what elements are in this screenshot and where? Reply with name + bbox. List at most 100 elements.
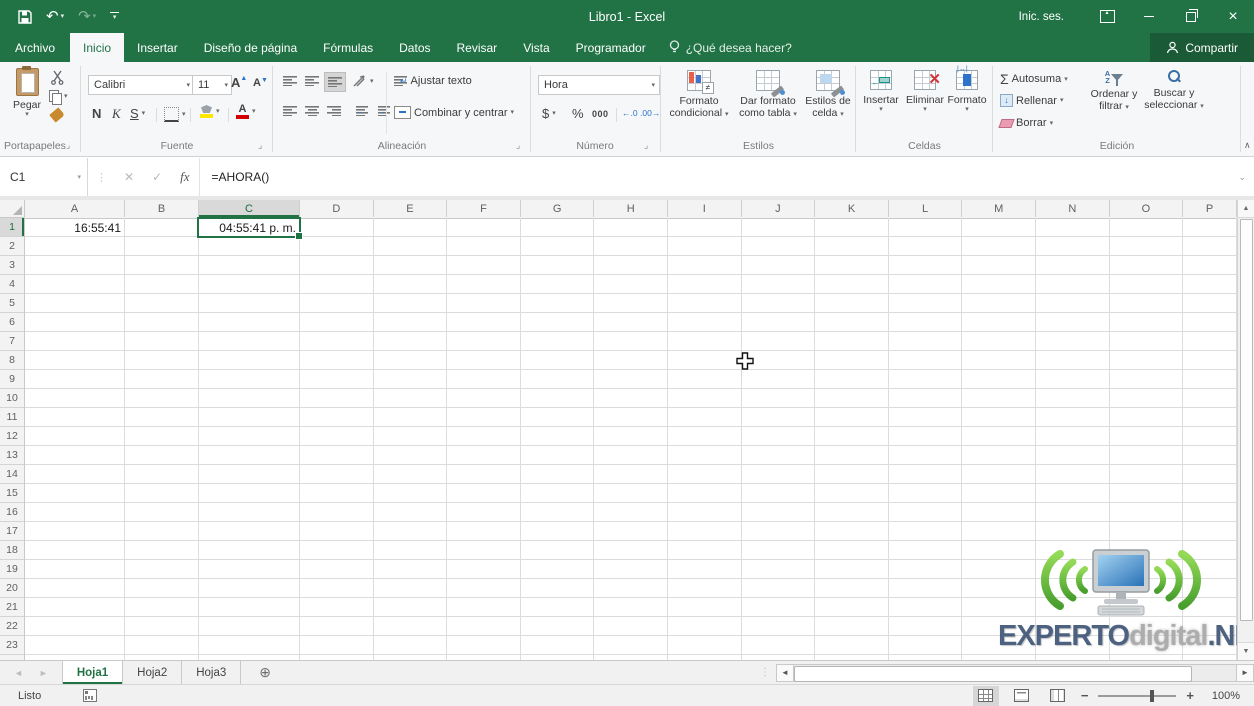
tab-scrollbar-splitter[interactable]: ⋮	[760, 661, 776, 684]
cell-styles-button[interactable]: Estilos de celda ▾	[802, 70, 854, 119]
sign-in-button[interactable]: Inic. ses.	[997, 11, 1086, 23]
increase-indent-button[interactable]: →	[372, 102, 392, 120]
alignment-dialog-launcher[interactable]: ⌟	[516, 140, 520, 151]
zoom-slider-thumb[interactable]	[1150, 690, 1154, 702]
find-select-button[interactable]: Buscar y seleccionar ▾	[1142, 70, 1206, 111]
row-header-5[interactable]: 5	[0, 294, 24, 313]
column-header-e[interactable]: E	[374, 200, 448, 217]
collapse-ribbon-button[interactable]: ∧	[1244, 140, 1251, 151]
row-header-11[interactable]: 11	[0, 408, 24, 427]
column-header-i[interactable]: I	[668, 200, 742, 217]
italic-button[interactable]: K	[112, 106, 121, 122]
customize-qat-button[interactable]: ▾	[110, 12, 119, 21]
ribbon-tab-programador[interactable]: Programador	[563, 33, 659, 62]
horizontal-scroll-thumb[interactable]	[794, 666, 1192, 682]
column-header-p[interactable]: P	[1183, 200, 1237, 217]
ribbon-tab-vista[interactable]: Vista	[510, 33, 562, 62]
decrease-decimal-button[interactable]: .00→	[640, 108, 660, 118]
ribbon-tab-datos[interactable]: Datos	[386, 33, 443, 62]
insert-function-button[interactable]: fx	[171, 169, 198, 185]
scroll-up-icon[interactable]: ▲	[1238, 200, 1254, 218]
increase-font-button[interactable]: A▲	[231, 75, 247, 90]
fill-color-button[interactable]: ▾	[200, 105, 220, 118]
accounting-format-button[interactable]: $▾	[542, 106, 556, 121]
save-icon[interactable]	[18, 10, 32, 24]
row-header-8[interactable]: 8	[0, 351, 24, 370]
fill-button[interactable]: ↓ Rellenar▾	[1000, 94, 1063, 107]
font-name-select[interactable]: Calibri▾	[88, 75, 195, 95]
share-button[interactable]: Compartir	[1150, 33, 1254, 62]
row-header-20[interactable]: 20	[0, 579, 24, 598]
align-bottom-button[interactable]	[324, 72, 346, 92]
font-size-select[interactable]: 11▾	[192, 75, 232, 95]
row-header-13[interactable]: 13	[0, 446, 24, 465]
sheet-tab-hoja1[interactable]: Hoja1	[62, 661, 123, 684]
scroll-right-icon[interactable]: ►	[1236, 664, 1254, 682]
row-header-1[interactable]: 1	[0, 218, 24, 237]
insert-cells-button[interactable]: ← Insertar ▾	[860, 70, 902, 113]
row-header-15[interactable]: 15	[0, 484, 24, 503]
format-painter-button[interactable]	[49, 107, 65, 122]
cancel-entry-icon[interactable]: ✕	[115, 170, 143, 184]
clear-button[interactable]: Borrar▾	[1000, 117, 1053, 129]
underline-button[interactable]: S▾	[130, 106, 145, 121]
ribbon-tab-inicio[interactable]: Inicio	[70, 33, 124, 62]
row-header-2[interactable]: 2	[0, 237, 24, 256]
zoom-in-button[interactable]: +	[1186, 688, 1194, 703]
bold-button[interactable]: N	[92, 106, 101, 121]
row-header-3[interactable]: 3	[0, 256, 24, 275]
undo-button[interactable]: ↶▾	[46, 9, 64, 24]
ribbon-tab-insertar[interactable]: Insertar	[124, 33, 191, 62]
sheet-nav-right-icon[interactable]: ►	[39, 668, 48, 678]
minimize-button[interactable]	[1128, 0, 1170, 33]
vertical-scroll-thumb[interactable]	[1240, 219, 1253, 621]
scroll-left-icon[interactable]: ◄	[776, 664, 794, 682]
align-left-button[interactable]	[280, 102, 300, 120]
row-header-9[interactable]: 9	[0, 370, 24, 389]
borders-button[interactable]: ▾	[164, 107, 186, 122]
align-right-button[interactable]	[324, 102, 344, 120]
chevron-down-icon[interactable]: ▾	[77, 174, 81, 181]
expand-formula-bar-icon[interactable]: ⌄	[1238, 172, 1254, 183]
ribbon-tab-formulas[interactable]: Fórmulas	[310, 33, 386, 62]
column-header-a[interactable]: A	[25, 200, 125, 217]
clipboard-dialog-launcher[interactable]: ⌟	[66, 140, 70, 151]
format-cells-button[interactable]: |↔| Formato ▾	[946, 70, 988, 113]
chevron-down-icon[interactable]: ▾	[61, 13, 65, 20]
column-header-m[interactable]: M	[962, 200, 1036, 217]
conditional-formatting-button[interactable]: ≠ Formato condicional ▾	[666, 70, 732, 119]
formula-bar-splitter[interactable]: ⋮	[88, 171, 115, 184]
name-box[interactable]: C1 ▾	[0, 158, 88, 196]
tell-me-box[interactable]: ¿Qué desea hacer?	[659, 33, 802, 62]
row-header-17[interactable]: 17	[0, 522, 24, 541]
row-header-14[interactable]: 14	[0, 465, 24, 484]
row-header-6[interactable]: 6	[0, 313, 24, 332]
merge-center-button[interactable]: Combinar y centrar▾	[394, 106, 514, 119]
row-header-10[interactable]: 10	[0, 389, 24, 408]
column-header-l[interactable]: L	[889, 200, 963, 217]
row-header-12[interactable]: 12	[0, 427, 24, 446]
column-header-n[interactable]: N	[1036, 200, 1110, 217]
sheet-tab-hoja3[interactable]: Hoja3	[182, 661, 241, 684]
percent-style-button[interactable]: %	[572, 106, 584, 121]
ribbon-display-options-button[interactable]: ▴	[1086, 0, 1128, 33]
column-header-o[interactable]: O	[1110, 200, 1184, 217]
page-layout-view-button[interactable]	[1009, 686, 1035, 706]
horizontal-scroll-track[interactable]	[794, 664, 1236, 682]
row-header-23[interactable]: 23	[0, 636, 24, 655]
delete-cells-button[interactable]: ✕ Eliminar ▾	[904, 70, 946, 113]
scroll-down-icon[interactable]: ▼	[1238, 642, 1254, 660]
normal-view-button[interactable]	[973, 686, 999, 706]
font-dialog-launcher[interactable]: ⌟	[258, 140, 262, 151]
cell-a1[interactable]: 16:55:41	[25, 218, 125, 237]
cut-button[interactable]	[50, 70, 65, 88]
zoom-out-button[interactable]: −	[1081, 688, 1089, 703]
paste-button[interactable]: Pegar ▾	[6, 68, 48, 118]
formula-input[interactable]: =AHORA()	[199, 158, 1239, 196]
font-color-button[interactable]: A▾	[236, 104, 256, 119]
wrap-text-button[interactable]: ↵ Ajustar texto	[394, 75, 472, 87]
decrease-font-button[interactable]: A▼	[253, 77, 268, 89]
row-header-21[interactable]: 21	[0, 598, 24, 617]
sort-filter-button[interactable]: AZ Ordenar y filtrar ▾	[1086, 70, 1142, 112]
macro-record-icon[interactable]	[83, 689, 97, 702]
